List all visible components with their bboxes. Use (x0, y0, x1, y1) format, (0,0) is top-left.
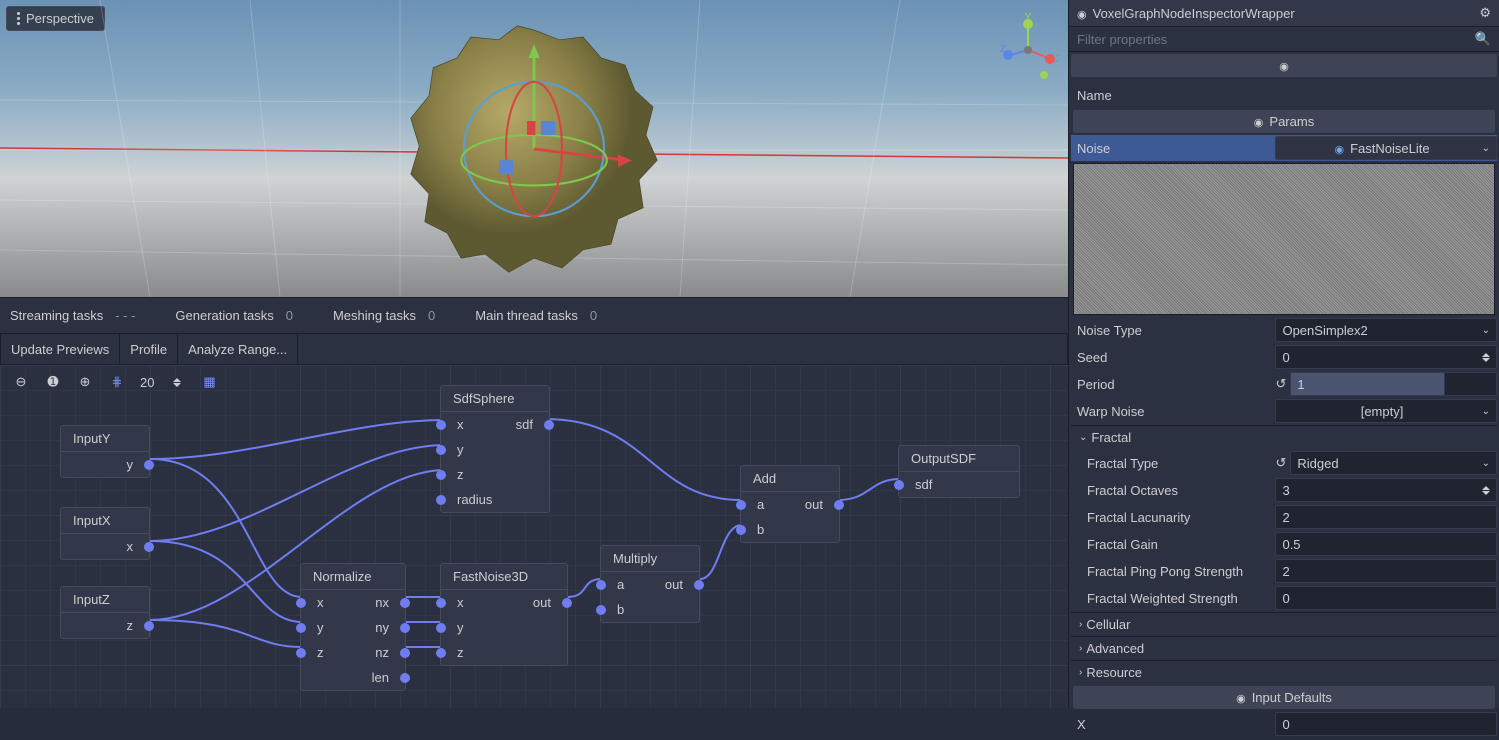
fractal-lacunarity-input[interactable]: 2 (1275, 505, 1497, 529)
svg-text:Z: Z (1000, 44, 1006, 55)
advanced-category[interactable]: ›Advanced (1071, 636, 1497, 660)
port-out[interactable] (544, 420, 554, 430)
node-inputy[interactable]: InputY y (60, 425, 150, 478)
fractal-octaves-row[interactable]: Fractal Octaves 3 (1071, 477, 1497, 503)
port-in[interactable] (436, 495, 446, 505)
snap-icon[interactable]: ⋕ (108, 373, 126, 391)
node-multiply[interactable]: Multiply aout b (600, 545, 700, 623)
fractal-type-dropdown[interactable]: Ridged⌄ (1290, 451, 1497, 475)
port-out[interactable] (400, 598, 410, 608)
port-out[interactable] (834, 500, 844, 510)
resource-category[interactable]: ›Resource (1071, 660, 1497, 684)
port-in[interactable] (436, 420, 446, 430)
noise-type-row[interactable]: Noise Type OpenSimplex2⌄ (1071, 317, 1497, 343)
viewport-3d[interactable]: Perspective (0, 0, 1068, 297)
port-in[interactable] (436, 445, 446, 455)
port-in[interactable] (296, 623, 306, 633)
fractal-type-row[interactable]: Fractal Type ↺ Ridged⌄ (1071, 450, 1497, 476)
fractal-weighted-row[interactable]: Fractal Weighted Strength 0 (1071, 585, 1497, 611)
search-icon[interactable]: 🔍 (1475, 31, 1491, 47)
port-in[interactable] (736, 525, 746, 535)
noise-preview[interactable] (1073, 163, 1495, 315)
port-in[interactable] (894, 480, 904, 490)
input-defaults-header[interactable]: Input Defaults (1073, 686, 1495, 709)
warp-noise-row[interactable]: Warp Noise [empty]⌄ (1071, 398, 1497, 424)
reset-icon[interactable]: ↺ (1275, 455, 1286, 471)
port-in[interactable] (596, 580, 606, 590)
node-graph[interactable]: ⊖ ➊ ⊕ ⋕ 20 ▦ (0, 365, 1068, 708)
port-in[interactable] (296, 648, 306, 658)
port-in[interactable] (436, 598, 446, 608)
inspector-header: VoxelGraphNodeInspectorWrapper ⚙ (1069, 0, 1499, 27)
svg-text:X: X (1056, 54, 1058, 65)
node-add[interactable]: Add aout b (740, 465, 840, 543)
node-sdfsphere[interactable]: SdfSphere xsdf y z radius (440, 385, 550, 513)
port-in[interactable] (736, 500, 746, 510)
node-outputsdf[interactable]: OutputSDF sdf (898, 445, 1020, 498)
port-in[interactable] (596, 605, 606, 615)
noise-type-dropdown[interactable]: OpenSimplex2⌄ (1275, 318, 1497, 342)
port-out[interactable] (144, 621, 154, 631)
voxel-mesh[interactable] (394, 9, 674, 289)
x-row[interactable]: X 0 (1071, 711, 1497, 737)
node-inputz[interactable]: InputZ z (60, 586, 150, 639)
port-in[interactable] (436, 648, 446, 658)
port-in[interactable] (436, 470, 446, 480)
cellular-category[interactable]: ›Cellular (1071, 612, 1497, 636)
period-row[interactable]: Period ↺ 1 (1071, 371, 1497, 397)
status-bar: Streaming tasks- - - Generation tasks0 M… (0, 297, 1068, 333)
zoom-out-icon[interactable]: ⊖ (12, 373, 30, 391)
port-out[interactable] (144, 542, 154, 552)
node-inputx[interactable]: InputX x (60, 507, 150, 560)
port-in[interactable] (436, 623, 446, 633)
seed-input[interactable]: 0 (1275, 345, 1497, 369)
fractal-pingpong-input[interactable]: 2 (1275, 559, 1497, 583)
viewport-gizmo[interactable]: Y X Z (998, 10, 1058, 80)
warp-dropdown[interactable]: [empty]⌄ (1275, 399, 1497, 423)
port-out[interactable] (400, 623, 410, 633)
period-input[interactable]: 1 (1290, 372, 1497, 396)
graph-controls: ⊖ ➊ ⊕ ⋕ 20 ▦ (12, 373, 218, 391)
noise-row[interactable]: Noise FastNoiseLite⌄ (1071, 135, 1497, 161)
filter-row: 🔍 (1069, 27, 1499, 52)
params-header[interactable]: Params (1073, 110, 1495, 133)
zoom-reset-icon[interactable]: ➊ (44, 373, 62, 391)
profile-button[interactable]: Profile (120, 334, 178, 364)
update-previews-button[interactable]: Update Previews (1, 334, 120, 364)
object-icon cust></span><span data-bind= (1279, 58, 1289, 73)
fractal-lacunarity-row[interactable]: Fractal Lacunarity 2 (1071, 504, 1497, 530)
port-out[interactable] (400, 648, 410, 658)
zoom-value: 20 (140, 375, 154, 390)
filter-input[interactable] (1077, 32, 1475, 47)
port-out[interactable] (562, 598, 572, 608)
fractal-pingpong-row[interactable]: Fractal Ping Pong Strength 2 (1071, 558, 1497, 584)
port-out[interactable] (694, 580, 704, 590)
fractal-gain-input[interactable]: 0.5 (1275, 532, 1497, 556)
graph-toolbar: Update Previews Profile Analyze Range... (0, 333, 1068, 365)
object-icon (1077, 6, 1087, 21)
fractal-gain-row[interactable]: Fractal Gain 0.5 (1071, 531, 1497, 557)
node-fastnoise3d[interactable]: FastNoise3D xout y z (440, 563, 568, 666)
noise-dropdown[interactable]: FastNoiseLite⌄ (1275, 136, 1497, 160)
inspector-panel: VoxelGraphNodeInspectorWrapper ⚙ 🔍 Name … (1068, 0, 1499, 708)
seed-row[interactable]: Seed 0 (1071, 344, 1497, 370)
fractal-octaves-input[interactable]: 3 (1275, 478, 1497, 502)
port-in[interactable] (296, 598, 306, 608)
fractal-category[interactable]: ⌄Fractal (1071, 425, 1497, 449)
layout-icon[interactable]: ▦ (200, 373, 218, 391)
name-row[interactable]: Name (1071, 82, 1497, 108)
zoom-stepper[interactable] (168, 373, 186, 391)
inspector-class-header[interactable] (1071, 54, 1497, 77)
port-out[interactable] (144, 460, 154, 470)
port-out[interactable] (400, 673, 410, 683)
fractal-weighted-input[interactable]: 0 (1275, 586, 1497, 610)
settings-icon[interactable]: ⚙ (1479, 5, 1491, 21)
x-input[interactable]: 0 (1275, 712, 1497, 736)
reset-icon[interactable]: ↺ (1275, 376, 1286, 392)
analyze-range-button[interactable]: Analyze Range... (178, 334, 298, 364)
node-normalize[interactable]: Normalize xnx yny znz len (300, 563, 406, 691)
zoom-in-icon[interactable]: ⊕ (76, 373, 94, 391)
